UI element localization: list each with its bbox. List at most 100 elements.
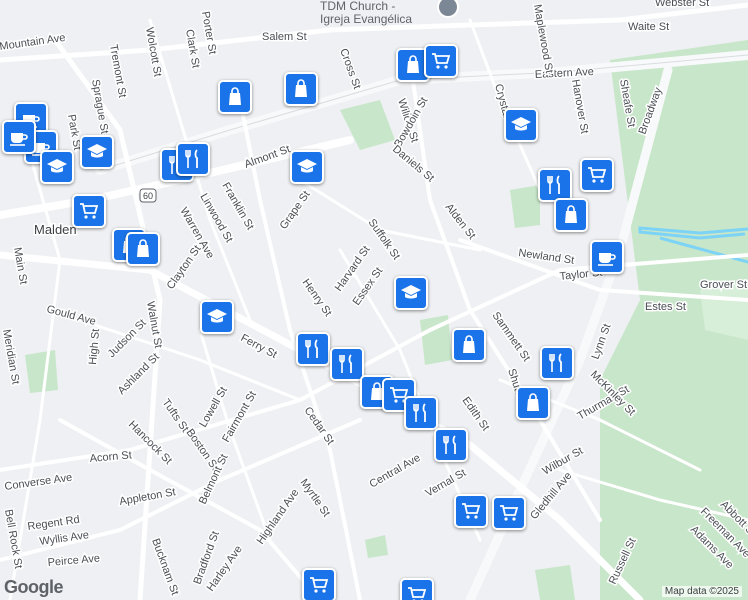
street-label: Grover St (700, 279, 747, 291)
map-pin-school[interactable] (200, 300, 234, 334)
map-pin-cart[interactable] (424, 44, 458, 78)
street-label: Meridian St (0, 328, 21, 385)
map-pin-restaurant[interactable] (176, 142, 210, 176)
street-label: Alden St (443, 201, 478, 241)
street-label: Main St (11, 246, 29, 285)
route-60-shield: 60 (139, 188, 157, 203)
map-pin-restaurant[interactable] (296, 332, 330, 366)
shopping-bag-icon (229, 87, 241, 105)
street-label: Lowell St (197, 385, 230, 430)
cart-icon (408, 587, 427, 600)
school-icon (297, 159, 317, 173)
restaurant-icon (547, 175, 560, 194)
poi-label: TDM Church - Igreja Evangélica (320, 0, 413, 26)
map-pin-shopping-bag[interactable] (126, 232, 160, 266)
street-label: Grape St (278, 189, 313, 232)
street-label: High St (87, 328, 102, 365)
map-pin-shopping-bag[interactable] (452, 328, 486, 362)
map-pin-cart[interactable] (72, 194, 106, 228)
map-pin-restaurant[interactable] (330, 347, 364, 381)
street-label: Bucknam St (149, 537, 181, 597)
svg-text:60: 60 (143, 191, 153, 201)
street-label: Wyllis Ave (39, 529, 90, 548)
shopping-bag-icon (463, 335, 475, 353)
restaurant-icon (549, 353, 562, 372)
street-label: Clayton St (165, 243, 204, 291)
street-label: Salem St (262, 31, 307, 43)
school-icon (511, 117, 531, 131)
map-canvas[interactable]: Salem St Eastern Ave Waite St Webster St… (0, 0, 748, 600)
map-pin-shopping-bag[interactable] (516, 386, 550, 420)
shopping-bag-icon (137, 239, 149, 257)
street-label: Clark St (183, 28, 202, 69)
street-label: Tufts St (160, 397, 191, 435)
map-pin-cart[interactable] (492, 496, 526, 530)
map-pin-school[interactable] (80, 135, 114, 169)
street-label: Hancock St (126, 419, 174, 467)
restaurant-icon (305, 339, 318, 358)
street-label: Waite St (628, 21, 669, 33)
cart-icon (310, 577, 329, 593)
cart-icon (588, 167, 607, 183)
street-label: Henry St (300, 277, 334, 319)
place-label: Malden (34, 222, 77, 237)
street-label: Cross St (337, 47, 363, 91)
restaurant-icon (413, 403, 426, 422)
map-pin-cafe[interactable] (590, 240, 624, 274)
map-pin-school[interactable] (290, 150, 324, 184)
map-pin-cafe[interactable] (2, 120, 36, 154)
map-pin-cart[interactable] (400, 578, 434, 600)
street-label: Hanover St (569, 78, 590, 134)
street-label: Porter St (199, 10, 218, 55)
street-label: Gledhill Ave (528, 470, 574, 522)
street-label: Ashland St (116, 351, 162, 397)
street-label: Regent Rd (27, 514, 81, 533)
shopping-bag-icon (527, 393, 539, 411)
street-label: Converse Ave (4, 472, 73, 493)
street-label: Mountain Ave (0, 32, 66, 53)
street-label: Lynn St (590, 322, 614, 361)
cart-icon (462, 503, 481, 519)
street-label: Gould Ave (45, 303, 97, 328)
street-label: Peirce Ave (47, 552, 100, 569)
map-pin-cart[interactable] (580, 158, 614, 192)
school-icon (47, 159, 67, 173)
street-label: Myrtle St (298, 477, 333, 519)
restaurant-icon (185, 149, 198, 168)
street-label: Maplewood St (531, 3, 555, 74)
street-label: Acorn St (89, 449, 132, 465)
street-label: Wolcott St (143, 26, 163, 77)
street-label: Ferry St (239, 332, 279, 361)
shopping-bag-icon (565, 205, 577, 223)
cafe-icon (598, 253, 616, 266)
cart-icon (500, 505, 519, 521)
street-label: Almont St (243, 143, 292, 171)
map-pin-restaurant[interactable] (538, 168, 572, 202)
street-label: Sammett St (490, 310, 533, 364)
street-label: Broadway (637, 85, 665, 136)
google-logo: Google (4, 577, 64, 597)
map-pin-shopping-bag[interactable] (218, 80, 252, 114)
map-pin-school[interactable] (504, 108, 538, 142)
map-pin-school[interactable] (394, 276, 428, 310)
map-pin-school[interactable] (40, 150, 74, 184)
street-label: Estes St (645, 301, 686, 313)
street-label: Judson St (106, 317, 149, 360)
map-pin-restaurant[interactable] (434, 428, 468, 462)
map-pin-shopping-bag[interactable] (554, 198, 588, 232)
street-label: Suffolk St (366, 217, 403, 262)
map-pin-cart[interactable] (454, 494, 488, 528)
map-pin-cart[interactable] (302, 568, 336, 600)
cart-icon (432, 53, 451, 69)
school-icon (87, 144, 107, 158)
street-label: Appleton St (118, 486, 176, 508)
map-pin-restaurant[interactable] (404, 396, 438, 430)
shopping-bag-icon (407, 55, 419, 73)
street-label: Webster St (655, 0, 709, 9)
cafe-icon (10, 133, 28, 146)
map-pin-shopping-bag[interactable] (284, 72, 318, 106)
map-attribution[interactable]: Map data ©2025 (661, 586, 742, 597)
shopping-bag-icon (295, 79, 307, 97)
street-label: Sheafe St (617, 78, 637, 128)
map-pin-restaurant[interactable] (540, 346, 574, 380)
